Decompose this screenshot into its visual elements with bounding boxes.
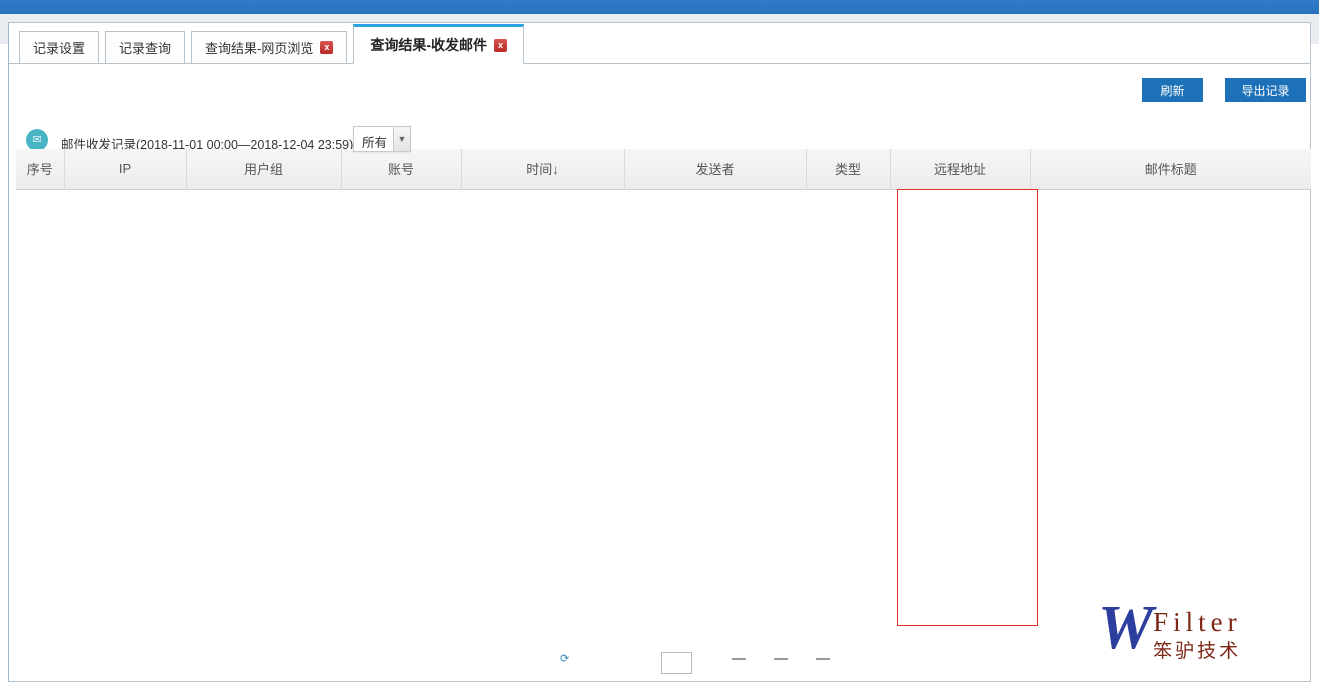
- page-number-input[interactable]: [661, 652, 692, 674]
- sort-desc-icon: ↓: [552, 162, 559, 177]
- column-header[interactable]: 时间↓: [461, 149, 624, 189]
- column-header[interactable]: 账号: [341, 149, 461, 189]
- table-header-row: 序号IP用户组账号时间↓发送者类型远程地址邮件标题: [16, 149, 1311, 189]
- wfilter-logo-subtitle: 笨驴技术: [1153, 636, 1242, 663]
- records-table-wrap: 序号IP用户组账号时间↓发送者类型远程地址邮件标题: [16, 149, 1311, 190]
- close-icon[interactable]: x: [494, 39, 507, 52]
- tab-label: 记录设置: [33, 38, 85, 57]
- pagination-text-fragment: [774, 658, 788, 668]
- export-records-button[interactable]: 导出记录: [1225, 78, 1306, 102]
- column-header[interactable]: 类型: [806, 149, 890, 189]
- main-panel: 记录设置 记录查询 查询结果-网页浏览 x 查询结果-收发邮件 x 刷新 导出记录 ✉ 邮…: [8, 22, 1311, 682]
- filter-select[interactable]: 所有 ▼: [353, 126, 411, 152]
- tab-result-mail[interactable]: 查询结果-收发邮件 x: [353, 24, 524, 64]
- tab-label: 查询结果-网页浏览: [205, 38, 313, 57]
- column-header[interactable]: 发送者: [624, 149, 806, 189]
- tab-label: 记录查询: [119, 38, 171, 57]
- remote-address-highlight-box: [897, 189, 1038, 626]
- tab-bar: 记录设置 记录查询 查询结果-网页浏览 x 查询结果-收发邮件 x: [9, 23, 1310, 64]
- close-icon[interactable]: x: [320, 41, 333, 54]
- pagination-text-fragment: [732, 658, 746, 668]
- pagination-refresh-icon[interactable]: ⟳: [560, 652, 569, 665]
- pagination-bar: ⟳: [560, 652, 858, 682]
- tab-result-web-browsing[interactable]: 查询结果-网页浏览 x: [191, 31, 347, 64]
- column-header[interactable]: IP: [64, 149, 186, 189]
- column-header[interactable]: 远程地址: [890, 149, 1030, 189]
- top-title-bar: [0, 0, 1319, 14]
- wfilter-logo: W Filter 笨驴技术: [1098, 600, 1242, 663]
- wfilter-logo-w: W: [1098, 600, 1149, 663]
- chevron-down-icon[interactable]: ▼: [393, 127, 410, 151]
- tab-record-settings[interactable]: 记录设置: [19, 31, 99, 64]
- refresh-button[interactable]: 刷新: [1142, 78, 1203, 102]
- mail-icon: ✉: [26, 129, 48, 151]
- tab-record-query[interactable]: 记录查询: [105, 31, 185, 64]
- pagination-text-fragment: [816, 658, 830, 668]
- wfilter-logo-name: Filter: [1153, 608, 1242, 636]
- column-header[interactable]: 用户组: [186, 149, 341, 189]
- records-table: 序号IP用户组账号时间↓发送者类型远程地址邮件标题: [16, 149, 1311, 190]
- filter-select-value: 所有: [354, 127, 393, 151]
- column-header[interactable]: 序号: [16, 149, 64, 189]
- tab-label: 查询结果-收发邮件: [370, 35, 487, 55]
- column-header[interactable]: 邮件标题: [1030, 149, 1311, 189]
